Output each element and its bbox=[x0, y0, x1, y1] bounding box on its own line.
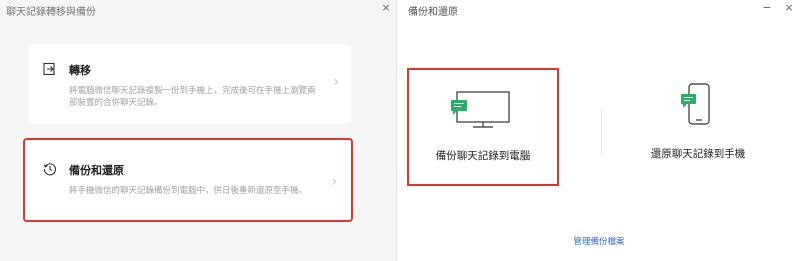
window-title: 備份和還原 bbox=[408, 7, 458, 18]
transfer-card[interactable]: 轉移 將電腦微信聊天記錄複製一份到手機上，完成後可在手機上瀏覽兩部裝置的合併聊天… bbox=[29, 44, 351, 124]
chevron-right-icon: › bbox=[331, 174, 337, 190]
close-button[interactable]: × bbox=[781, 0, 797, 16]
manage-backup-files-link[interactable]: 管理備份檔案 bbox=[397, 235, 800, 247]
window-title: 聊天記錄轉移與備份 bbox=[6, 7, 96, 18]
backup-to-pc-option[interactable]: 備份聊天記錄到電腦 bbox=[407, 68, 559, 186]
divider bbox=[601, 108, 602, 156]
backup-restore-title: 備份和還原 bbox=[69, 164, 124, 177]
computer-chat-icon bbox=[451, 91, 510, 128]
minimize-button[interactable]: − bbox=[759, 0, 775, 16]
restore-to-phone-option[interactable]: 還原聊天記錄到手機 bbox=[603, 68, 793, 186]
chevron-right-icon: › bbox=[333, 74, 339, 90]
history-icon bbox=[43, 163, 56, 176]
transfer-title: 轉移 bbox=[69, 64, 91, 77]
transfer-icon bbox=[43, 62, 55, 76]
transfer-description: 將電腦微信聊天記錄複製一份到手機上，完成後可在手機上瀏覽兩部裝置的合併聊天記錄。 bbox=[69, 86, 316, 108]
backup-restore-window: 備份和還原 − × 備份聊天記錄到電腦 還原聊天記錄到手機 管理備份檔案 bbox=[396, 0, 800, 261]
restore-to-phone-label: 還原聊天記錄到手機 bbox=[650, 148, 746, 160]
close-button[interactable]: × bbox=[378, 0, 394, 16]
backup-to-pc-label: 備份聊天記錄到電腦 bbox=[435, 150, 531, 162]
backup-restore-card[interactable]: 備份和還原 將手機微信的聊天記錄備份到電腦中，供日後重新還原至手機。 › bbox=[23, 138, 353, 222]
backup-restore-description: 將手機微信的聊天記錄備份到電腦中，供日後重新還原至手機。 bbox=[69, 186, 308, 196]
transfer-backup-window: 聊天記錄轉移與備份 × 轉移 將電腦微信聊天記錄複製一份到手機上，完成後可在手機… bbox=[0, 0, 396, 261]
phone-chat-icon bbox=[681, 83, 710, 125]
